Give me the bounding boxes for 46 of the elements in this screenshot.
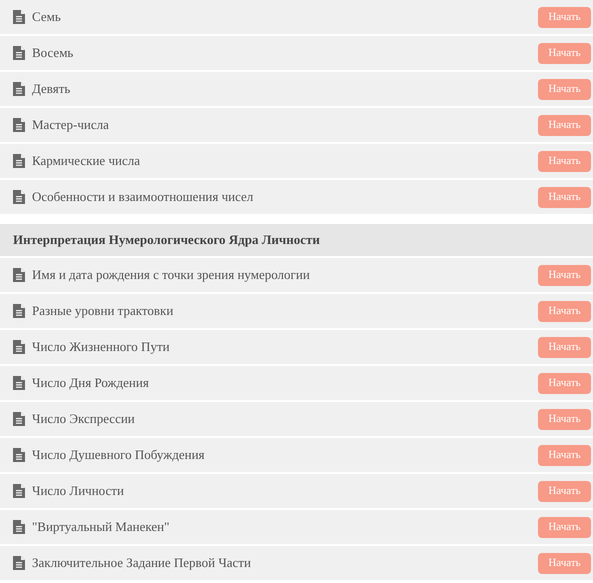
section-header: Интерпретация Нумерологического Ядра Личности	[0, 224, 593, 258]
document-icon	[13, 484, 25, 498]
document-icon	[13, 10, 25, 24]
lesson-title: Семь	[32, 8, 61, 26]
start-button[interactable]: Начать	[538, 150, 591, 172]
start-button[interactable]: Начать	[538, 186, 591, 208]
start-button[interactable]: Начать	[538, 408, 591, 430]
document-icon	[13, 154, 25, 168]
document-icon	[13, 412, 25, 426]
start-button[interactable]: Начать	[538, 6, 591, 28]
lesson-title: Число Дня Рождения	[32, 374, 149, 392]
document-icon	[13, 46, 25, 60]
lesson-title: Число Жизненного Пути	[32, 338, 170, 356]
start-button[interactable]: Начать	[538, 480, 591, 502]
document-icon	[13, 190, 25, 204]
start-button[interactable]: Начать	[538, 300, 591, 322]
lesson-title: Кармические числа	[32, 152, 140, 170]
document-icon	[13, 556, 25, 570]
start-button[interactable]: Начать	[538, 114, 591, 136]
lesson-title: Разные уровни трактовки	[32, 302, 174, 320]
lesson-title: Мастер-числа	[32, 116, 109, 134]
lesson-title: "Виртуальный Манекен"	[32, 518, 170, 536]
start-button[interactable]: Начать	[538, 516, 591, 538]
lesson-title: Особенности и взаимоотношения чисел	[32, 188, 254, 206]
lesson-title: Число Душевного Побуждения	[32, 446, 205, 464]
start-button[interactable]: Начать	[538, 78, 591, 100]
document-icon	[13, 268, 25, 282]
lesson-title: Заключительное Задание Первой Части	[32, 554, 251, 572]
lesson-title: Восемь	[32, 44, 74, 62]
start-button[interactable]: Начать	[538, 42, 591, 64]
lesson-title: Девять	[32, 80, 70, 98]
start-button[interactable]: Начать	[538, 264, 591, 286]
document-icon	[13, 376, 25, 390]
start-button[interactable]: Начать	[538, 372, 591, 394]
document-icon	[13, 448, 25, 462]
start-button[interactable]: Начать	[538, 552, 591, 574]
document-icon	[13, 520, 25, 534]
start-button[interactable]: Начать	[538, 444, 591, 466]
document-icon	[13, 82, 25, 96]
document-icon	[13, 304, 25, 318]
document-icon	[13, 118, 25, 132]
lesson-title: Число Личности	[32, 482, 124, 500]
lesson-title: Имя и дата рождения с точки зрения нумерологии	[32, 266, 310, 284]
start-button[interactable]: Начать	[538, 336, 591, 358]
document-icon	[13, 340, 25, 354]
lesson-title: Число Экспрессии	[32, 410, 135, 428]
